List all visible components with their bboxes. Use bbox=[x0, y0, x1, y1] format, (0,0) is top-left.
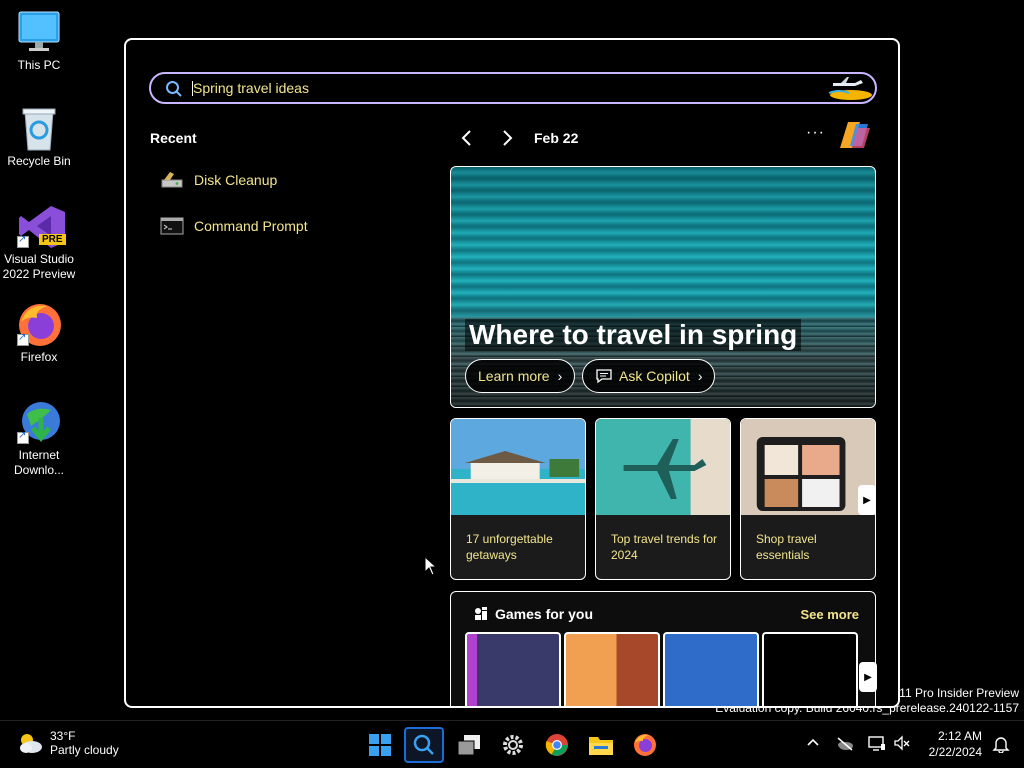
onedrive-offline-icon[interactable] bbox=[836, 737, 854, 751]
file-explorer-icon bbox=[589, 737, 613, 755]
see-more-link[interactable]: See more bbox=[800, 607, 859, 622]
firefox-icon bbox=[634, 734, 656, 756]
travel-card-essentials[interactable]: Shop travel essentials bbox=[740, 418, 876, 580]
mouse-pointer-icon bbox=[424, 556, 438, 576]
preview-badge: PRE bbox=[39, 234, 66, 245]
shortcut-arrow-icon bbox=[17, 430, 29, 444]
desktop-icon-label: Internet Downlo... bbox=[13, 448, 65, 477]
clock-date: 2/22/2024 bbox=[928, 745, 982, 759]
recent-item-label: Command Prompt bbox=[194, 218, 308, 234]
internet-download-manager-icon bbox=[17, 400, 61, 444]
desktop-icon-label: Firefox bbox=[20, 350, 58, 364]
network-icon[interactable] bbox=[868, 735, 886, 751]
copilot-icon[interactable] bbox=[838, 120, 872, 150]
resort-image bbox=[451, 419, 585, 515]
start-button[interactable] bbox=[360, 727, 400, 763]
travel-card-trends[interactable]: Top travel trends for 2024 bbox=[595, 418, 731, 580]
system-clock[interactable]: 2:12 AM 2/22/2024 bbox=[929, 728, 982, 760]
partly-cloudy-icon bbox=[20, 734, 42, 753]
weather-description: Partly cloudy bbox=[50, 743, 119, 757]
weather-widget[interactable]: 33°F Partly cloudy bbox=[16, 729, 119, 757]
hero-title: Where to travel in spring bbox=[465, 319, 802, 351]
firefox-taskbar-button[interactable] bbox=[625, 727, 665, 763]
settings-button[interactable] bbox=[493, 727, 533, 763]
taskbar-search-button[interactable] bbox=[404, 727, 444, 763]
airplane-shadow-image bbox=[596, 419, 730, 515]
chrome-icon bbox=[545, 734, 568, 756]
recycle-bin-icon bbox=[17, 106, 61, 151]
card-caption: Shop travel essentials bbox=[756, 532, 817, 562]
ask-copilot-label: Ask Copilot bbox=[619, 368, 690, 384]
desktop-icon-label: Visual Studio 2022 Preview bbox=[2, 252, 76, 281]
game-tile-2[interactable] bbox=[564, 632, 660, 706]
clock-time: 2:12 AM bbox=[937, 729, 982, 743]
desktop-icon-label: This PC bbox=[17, 58, 61, 72]
cards-next-button[interactable]: ▶ bbox=[858, 485, 876, 515]
shortcut-arrow-icon bbox=[17, 332, 29, 346]
learn-more-label: Learn more bbox=[478, 368, 550, 384]
hero-card[interactable]: Where to travel in spring Learn more › A… bbox=[450, 166, 876, 408]
card-caption: Top travel trends for 2024 bbox=[611, 532, 718, 562]
recent-item-disk-cleanup[interactable]: Disk Cleanup bbox=[160, 168, 277, 192]
game-tile-4[interactable] bbox=[762, 632, 858, 706]
chevron-left-icon[interactable] bbox=[460, 129, 474, 147]
search-icon bbox=[166, 81, 182, 97]
task-view-icon bbox=[457, 735, 480, 756]
chess-pieces-icon bbox=[475, 607, 487, 620]
notification-bell-icon[interactable] bbox=[992, 735, 1010, 753]
desktop-icon-firefox[interactable]: Firefox bbox=[0, 302, 78, 365]
search-icon bbox=[413, 734, 434, 755]
play-right-icon: ▶ bbox=[863, 494, 871, 506]
desktop-icon-recycle-bin[interactable]: Recycle Bin bbox=[0, 106, 78, 169]
desktop-icon-label: Recycle Bin bbox=[7, 154, 71, 168]
recent-heading: Recent bbox=[150, 130, 197, 146]
firefox-icon bbox=[17, 302, 61, 346]
games-section: Games for you See more ▶ bbox=[450, 591, 877, 706]
chevron-right-icon: › bbox=[557, 368, 563, 384]
taskbar: 33°F Partly cloudy 2:12 AM 2/22/2024 bbox=[0, 720, 1024, 768]
games-heading: Games for you bbox=[495, 606, 594, 622]
watermark-edition: 11 Pro Insider Preview bbox=[899, 686, 1019, 700]
show-hidden-icons-chevron-up-icon[interactable] bbox=[806, 737, 820, 747]
chat-bubble-icon bbox=[596, 369, 612, 384]
desktop-icon-this-pc[interactable]: This PC bbox=[0, 10, 78, 73]
recent-item-command-prompt[interactable]: Command Prompt bbox=[160, 214, 308, 238]
shortcut-arrow-icon bbox=[17, 234, 29, 248]
command-prompt-icon bbox=[160, 216, 184, 236]
play-right-icon: ▶ bbox=[864, 671, 872, 683]
travel-card-getaways[interactable]: 17 unforgettable getaways bbox=[450, 418, 586, 580]
recent-item-label: Disk Cleanup bbox=[194, 172, 278, 188]
ask-copilot-button[interactable]: Ask Copilot › bbox=[582, 359, 716, 393]
disk-cleanup-icon bbox=[160, 170, 184, 190]
task-view-button[interactable] bbox=[449, 727, 489, 763]
file-explorer-button[interactable] bbox=[581, 727, 621, 763]
visual-studio-icon: PRE bbox=[17, 204, 66, 248]
monitor-icon bbox=[17, 10, 61, 54]
chevron-right-icon: › bbox=[697, 368, 703, 384]
volume-muted-icon[interactable] bbox=[894, 735, 910, 751]
desktop-icon-internet-download-manager[interactable]: Internet Downlo... bbox=[0, 400, 78, 478]
start-icon bbox=[369, 734, 391, 756]
learn-more-button[interactable]: Learn more › bbox=[465, 359, 576, 393]
game-tile-1[interactable] bbox=[465, 632, 561, 706]
chevron-right-icon[interactable] bbox=[500, 129, 514, 147]
airplane-illustration-icon bbox=[828, 77, 872, 100]
chrome-button[interactable] bbox=[537, 727, 577, 763]
games-next-button[interactable]: ▶ bbox=[859, 662, 877, 692]
game-tile-3[interactable] bbox=[663, 632, 759, 706]
card-caption: 17 unforgettable getaways bbox=[466, 532, 553, 562]
search-panel: Spring travel ideas Recent Disk Cleanup … bbox=[124, 38, 900, 708]
widgets-date: Feb 22 bbox=[534, 130, 579, 146]
more-options-button[interactable]: ··· bbox=[806, 124, 825, 142]
settings-icon bbox=[503, 735, 523, 755]
suitcase-image bbox=[741, 419, 875, 515]
weather-temperature: 33°F bbox=[50, 729, 76, 743]
desktop-icon-visual-studio[interactable]: PRE Visual Studio 2022 Preview bbox=[0, 204, 78, 282]
search-box[interactable]: Spring travel ideas bbox=[149, 72, 877, 104]
search-input[interactable]: Spring travel ideas bbox=[193, 80, 309, 96]
